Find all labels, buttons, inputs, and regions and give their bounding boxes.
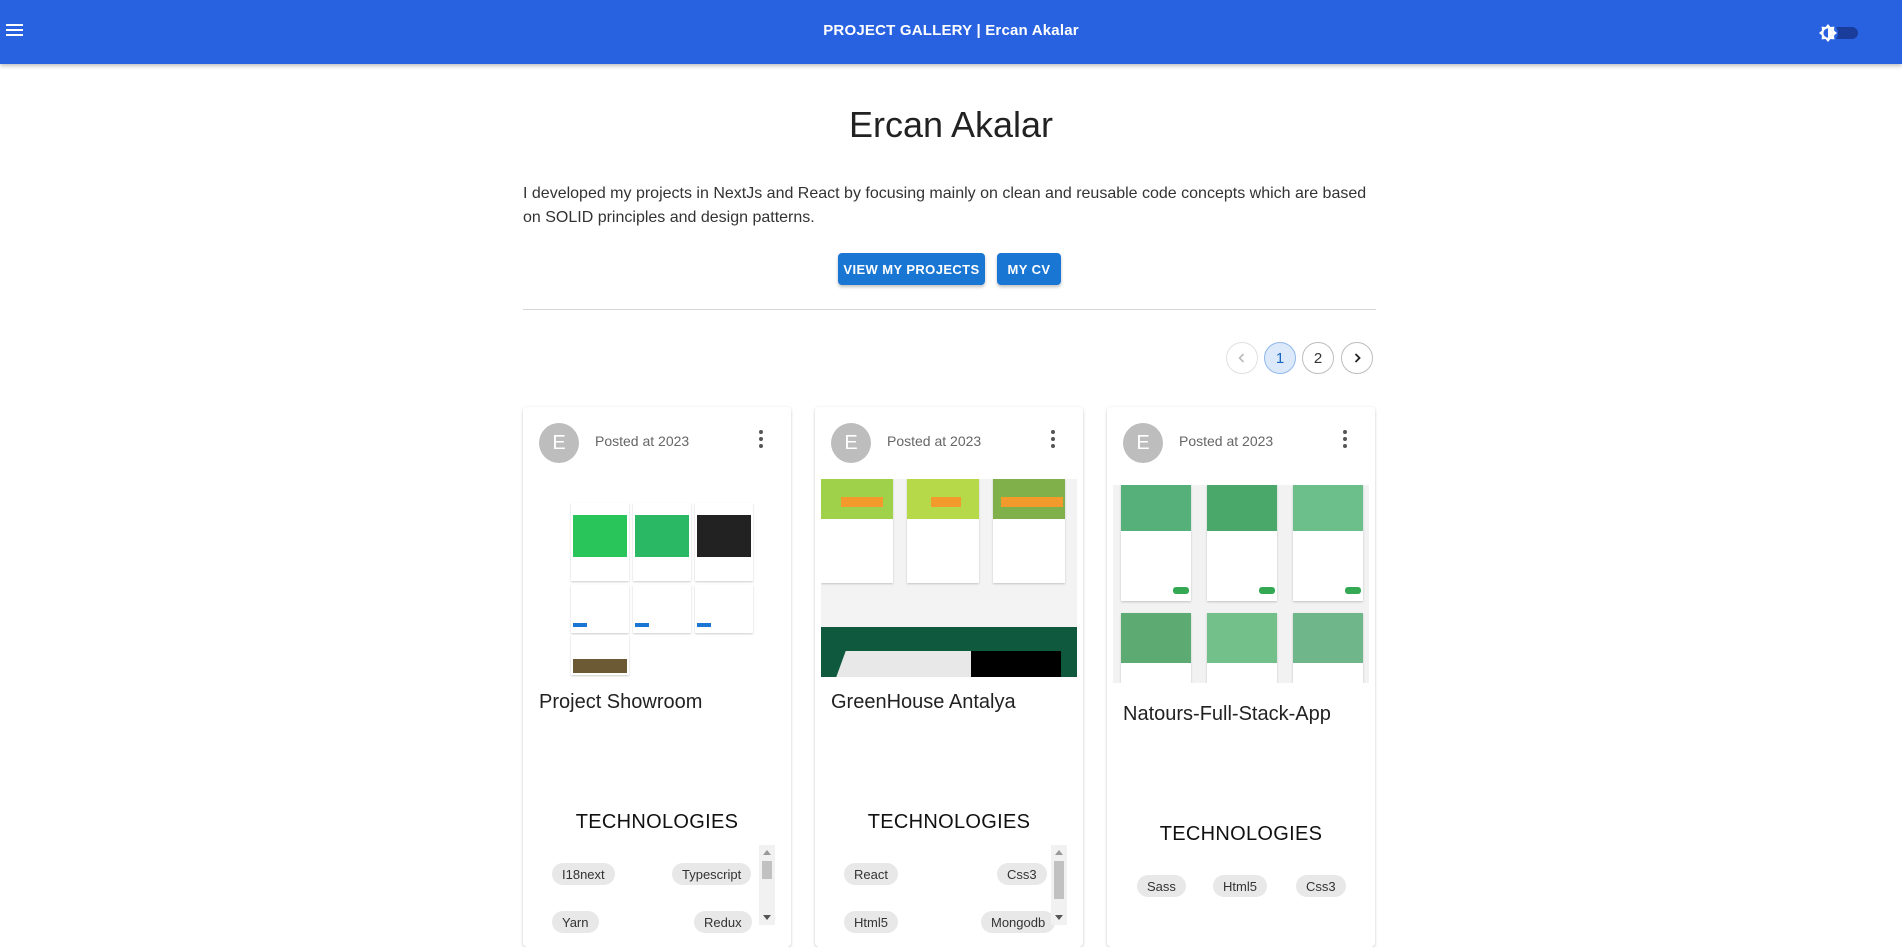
more-options-icon[interactable] — [1333, 427, 1357, 451]
card-header: E Posted at 2023 — [815, 407, 1083, 479]
brightness-icon — [1818, 23, 1838, 43]
technologies-list: React Css3 Html5 Mongodb — [831, 845, 1067, 933]
technologies-heading: TECHNOLOGIES — [575, 811, 739, 833]
technologies-scrollbar[interactable] — [759, 845, 775, 925]
app-title: PROJECT GALLERY | Ercan Akalar — [823, 22, 1079, 39]
card-title[interactable]: GreenHouse Antalya — [831, 691, 1016, 714]
card-title[interactable]: Natours-Full-Stack-App — [1123, 703, 1331, 726]
chevron-right-icon — [1354, 353, 1361, 363]
my-cv-button[interactable]: MY CV — [997, 253, 1061, 285]
tech-chip: Sass — [1137, 875, 1186, 897]
scroll-thumb[interactable] — [762, 861, 772, 879]
posted-date: Posted at 2023 — [887, 433, 982, 449]
section-divider — [523, 309, 1376, 310]
tech-chip: Css3 — [997, 863, 1047, 885]
view-projects-button[interactable]: VIEW MY PROJECTS — [838, 253, 985, 285]
card-title[interactable]: Project Showroom — [539, 691, 702, 714]
tech-chip: React — [844, 863, 898, 885]
project-card: E Posted at 2023 Project Showroom TECHNO… — [523, 407, 791, 947]
tech-chip: Typescript — [672, 863, 752, 885]
avatar: E — [539, 423, 579, 463]
avatar: E — [831, 423, 871, 463]
scroll-up-icon[interactable] — [763, 850, 771, 855]
scroll-down-icon[interactable] — [1055, 915, 1063, 920]
intro-description: I developed my projects in NextJs and Re… — [523, 185, 1367, 226]
tech-chip: I18next — [552, 863, 615, 885]
project-thumbnail — [529, 479, 785, 677]
chevron-left-icon — [1238, 353, 1245, 363]
scroll-thumb[interactable] — [1054, 861, 1064, 899]
tech-chip: Yarn — [552, 911, 599, 933]
technologies-heading: TECHNOLOGIES — [867, 811, 1031, 833]
posted-date: Posted at 2023 — [1179, 433, 1274, 449]
tech-chip: Css3 — [1296, 875, 1346, 897]
card-header: E Posted at 2023 — [1107, 407, 1375, 479]
tech-chip: Html5 — [1213, 875, 1267, 897]
page-2-button[interactable]: 2 — [1302, 342, 1334, 374]
technologies-list: Sass Html5 Css3 — [1123, 857, 1359, 943]
tech-chip: Redux — [694, 911, 752, 933]
more-options-icon[interactable] — [1041, 427, 1065, 451]
technologies-heading: TECHNOLOGIES — [1159, 823, 1323, 845]
theme-toggle-switch[interactable] — [1818, 23, 1860, 43]
project-card: E Posted at 2023 GreenHouse Antalya TECH… — [815, 407, 1083, 947]
project-thumbnail — [1113, 485, 1369, 683]
technologies-scrollbar[interactable] — [1051, 845, 1067, 925]
card-header: E Posted at 2023 — [523, 407, 791, 479]
tech-chip: Html5 — [844, 911, 898, 933]
next-page-button[interactable] — [1341, 342, 1373, 374]
technologies-list: I18next Typescript Yarn Redux — [539, 845, 775, 933]
previous-page-button[interactable] — [1226, 342, 1258, 374]
avatar: E — [1123, 423, 1163, 463]
project-card: E Posted at 2023 Natours-Full-Stack-App … — [1107, 407, 1375, 947]
scroll-down-icon[interactable] — [763, 915, 771, 920]
tech-chip: Mongodb — [981, 911, 1056, 933]
more-options-icon[interactable] — [749, 427, 773, 451]
page-1-button[interactable]: 1 — [1264, 342, 1296, 374]
page-title: Ercan Akalar — [848, 104, 1054, 145]
project-thumbnail — [821, 479, 1077, 677]
scroll-up-icon[interactable] — [1055, 850, 1063, 855]
posted-date: Posted at 2023 — [595, 433, 690, 449]
app-bar: PROJECT GALLERY | Ercan Akalar — [0, 0, 1902, 64]
